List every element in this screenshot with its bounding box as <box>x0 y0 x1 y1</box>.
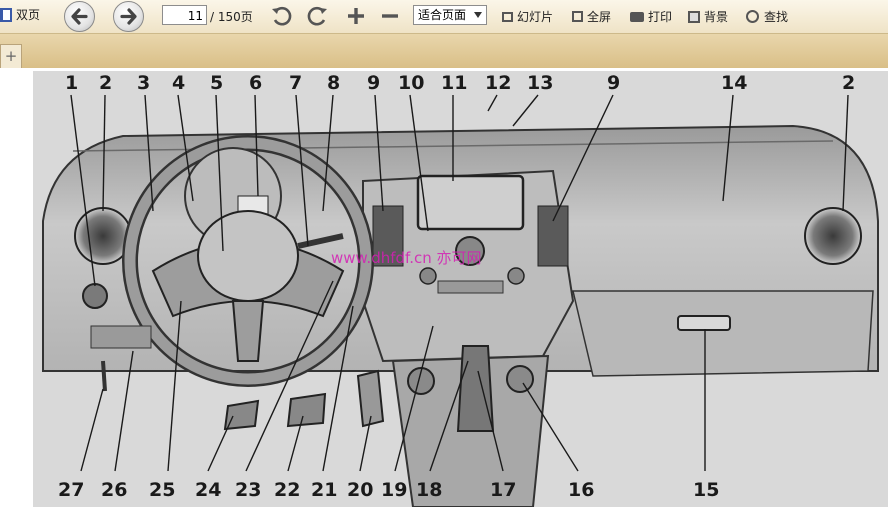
dual-page-label: 双页 <box>16 8 41 22</box>
background-label: 背景 <box>704 10 729 24</box>
callout-12: 12 <box>485 72 511 94</box>
callout-23: 23 <box>235 479 261 501</box>
fullscreen-label: 全屏 <box>587 10 612 24</box>
new-tab-button[interactable]: + <box>0 44 22 68</box>
callout-1: 1 <box>65 72 78 94</box>
zoom-select-value: 适合页面 <box>418 8 467 22</box>
callout-15: 15 <box>693 479 719 501</box>
callout-3: 3 <box>137 72 150 94</box>
book-icon <box>0 7 12 22</box>
callout-18: 18 <box>416 479 442 501</box>
page-total: / 150页 <box>210 10 253 24</box>
callout-9b: 9 <box>607 72 620 94</box>
callout-14: 14 <box>721 72 747 94</box>
fullscreen-button[interactable]: 全屏 <box>572 8 611 25</box>
callout-5: 5 <box>210 72 223 94</box>
callout-17: 17 <box>490 479 516 501</box>
callout-27: 27 <box>58 479 84 501</box>
slideshow-label: 幻灯片 <box>517 10 554 24</box>
callout-2b: 2 <box>842 72 855 94</box>
previous-page-button[interactable] <box>64 1 95 32</box>
callout-25: 25 <box>149 479 175 501</box>
slideshow-button[interactable]: 幻灯片 <box>502 8 553 25</box>
callout-13: 13 <box>527 72 553 94</box>
chevron-down-icon <box>474 12 482 18</box>
callout-19: 19 <box>381 479 407 501</box>
callout-9: 9 <box>367 72 380 94</box>
next-page-button[interactable] <box>113 1 144 32</box>
document-page: 1 2 3 4 5 6 7 8 9 10 11 12 13 9 14 2 27 … <box>33 71 888 508</box>
callout-10: 10 <box>398 72 424 94</box>
watermark-text: www.dhfdf.cn 亦可网 <box>331 249 482 267</box>
expand-icon <box>572 11 583 22</box>
print-label: 打印 <box>648 10 673 24</box>
search-icon <box>746 10 759 23</box>
callout-8: 8 <box>327 72 340 94</box>
projector-icon <box>502 11 513 22</box>
callout-7: 7 <box>289 72 302 94</box>
callout-6: 6 <box>249 72 262 94</box>
zoom-out-icon[interactable] <box>379 5 401 27</box>
zoom-in-icon[interactable] <box>345 5 367 27</box>
find-button[interactable]: 查找 <box>746 8 788 25</box>
callout-20: 20 <box>347 479 373 501</box>
callout-16: 16 <box>568 479 594 501</box>
callout-2: 2 <box>99 72 112 94</box>
callout-4: 4 <box>172 72 185 94</box>
callout-26: 26 <box>101 479 127 501</box>
callout-24: 24 <box>195 479 221 501</box>
callout-22: 22 <box>274 479 300 501</box>
background-button[interactable]: 背景 <box>688 8 728 25</box>
print-button[interactable]: 打印 <box>630 8 672 25</box>
arrow-right-icon <box>120 8 137 25</box>
arrow-left-icon <box>71 8 88 25</box>
layers-icon <box>688 10 700 23</box>
dashboard-illustration: 1 2 3 4 5 6 7 8 9 10 11 12 13 9 14 2 27 … <box>42 72 879 508</box>
page-number-input[interactable]: 11 <box>162 5 207 25</box>
zoom-select[interactable]: 适合页面 <box>413 5 487 25</box>
viewer-toolbar: 双页 11 / 150页 适合页面 幻灯片 全屏 打印 背景 查找 <box>0 0 888 34</box>
printer-icon <box>630 11 644 22</box>
rotate-left-icon[interactable] <box>270 5 294 29</box>
callout-11: 11 <box>441 72 467 94</box>
dual-page-button[interactable]: 双页 <box>0 6 40 23</box>
tab-bar <box>0 34 888 68</box>
callout-21: 21 <box>311 479 337 501</box>
rotate-right-icon[interactable] <box>305 5 329 29</box>
find-label: 查找 <box>764 10 789 24</box>
